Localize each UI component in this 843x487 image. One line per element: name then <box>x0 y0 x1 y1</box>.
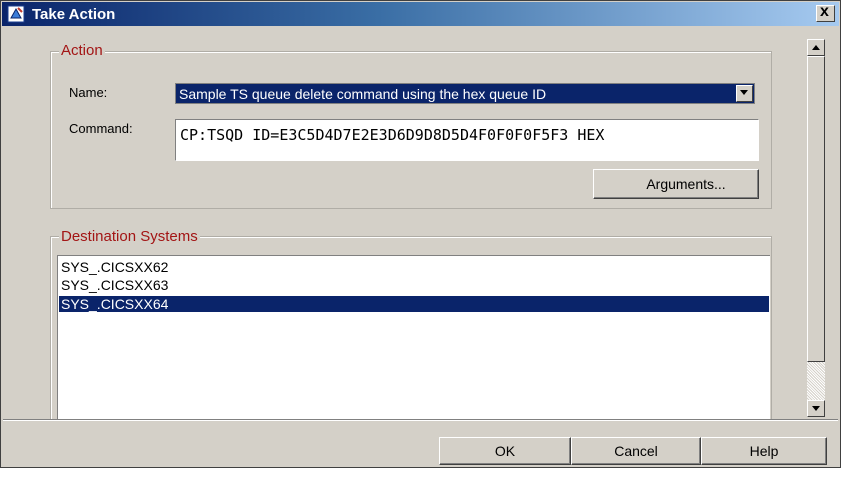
list-item[interactable]: SYS_.CICSXX63 <box>59 277 769 293</box>
take-action-dialog: Take Action x Action Name: Sample TS que… <box>0 0 841 468</box>
arrow-up-icon <box>812 45 820 50</box>
command-field[interactable]: CP:TSQD ID=E3C5D4D7E2E3D6D9D8D5D4F0F0F0F… <box>175 119 759 161</box>
scroll-down-button[interactable] <box>807 400 825 417</box>
scroll-track[interactable] <box>807 362 825 400</box>
close-icon: x <box>820 3 829 20</box>
action-group-legend: Action <box>59 42 105 59</box>
help-button[interactable]: Help <box>701 437 827 465</box>
name-label: Name: <box>69 85 108 100</box>
ok-button[interactable]: OK <box>439 437 571 465</box>
command-label: Command: <box>69 121 133 136</box>
close-button[interactable]: x <box>816 3 835 22</box>
destination-group-legend: Destination Systems <box>59 228 200 245</box>
window-title: Take Action <box>32 6 116 23</box>
vertical-scrollbar[interactable] <box>807 39 825 417</box>
command-field-value: CP:TSQD ID=E3C5D4D7E2E3D6D9D8D5D4F0F0F0F… <box>180 126 605 144</box>
list-item[interactable]: SYS_.CICSXX62 <box>59 259 769 275</box>
bottom-separator <box>3 419 838 421</box>
name-dropdown[interactable]: Sample TS queue delete command using the… <box>175 83 755 104</box>
name-dropdown-value: Sample TS queue delete command using the… <box>179 86 547 102</box>
scroll-thumb[interactable] <box>807 56 825 362</box>
cancel-button[interactable]: Cancel <box>571 437 701 465</box>
list-item-selected[interactable]: SYS_.CICSXX64 <box>59 296 769 312</box>
take-action-icon <box>7 5 25 23</box>
arrow-down-icon <box>812 406 820 411</box>
dialog-content: Action Name: Sample TS queue delete comm… <box>35 39 807 419</box>
title-bar[interactable]: Take Action x <box>2 2 839 26</box>
scroll-up-button[interactable] <box>807 39 825 56</box>
name-dropdown-button[interactable] <box>736 85 753 102</box>
arguments-button[interactable]: Arguments... <box>593 169 759 199</box>
destination-systems-list[interactable]: SYS_.CICSXX62 SYS_.CICSXX63 SYS_.CICSXX6… <box>57 255 770 419</box>
chevron-down-icon <box>740 90 748 95</box>
